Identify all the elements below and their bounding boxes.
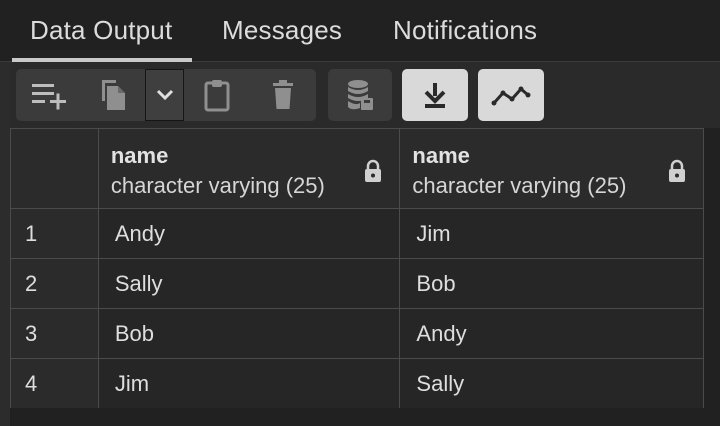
table-cell[interactable]: Andy [97,208,401,259]
tab-notifications[interactable]: Notifications [393,0,537,62]
column-header[interactable]: name character varying (25) [399,128,704,209]
copy-button[interactable] [80,69,146,121]
lock-icon [669,159,685,182]
data-toolbar [10,62,720,128]
column-header[interactable]: name character varying (25) [97,128,401,209]
chevron-down-icon [156,89,173,101]
copy-options-dropdown[interactable] [145,69,184,121]
left-edge-strip [0,0,10,426]
delete-button[interactable] [250,69,316,121]
download-icon [424,83,446,108]
add-row-button[interactable] [16,69,84,121]
graph-visualiser-button[interactable] [478,69,544,121]
copy-icon [102,80,125,110]
save-data-icon [348,80,373,110]
download-button[interactable] [402,69,468,121]
table-row: 2 Sally Bob [10,258,704,309]
tab-messages[interactable]: Messages [222,0,342,62]
column-name: name [412,143,470,168]
table-row: 1 Andy Jim [10,208,704,259]
tab-data-output[interactable]: Data Output [11,0,193,62]
data-grid: name character varying (25) name charact… [10,128,704,409]
add-row-icon [32,84,66,110]
paste-icon [204,80,230,112]
save-data-button[interactable] [328,69,392,121]
table-cell[interactable]: Sally [97,258,401,309]
lock-icon [365,159,382,182]
table-cell[interactable]: Jim [97,358,401,409]
grid-empty-area [10,408,720,426]
column-type: character varying (25) [110,173,325,198]
table-cell[interactable]: Bob [97,308,401,359]
column-name: name [110,143,169,168]
paste-button[interactable] [184,69,250,121]
table-cell[interactable]: Jim [399,208,704,259]
header-row: name character varying (25) name charact… [10,128,704,209]
delete-icon [273,80,293,109]
row-number[interactable]: 4 [10,358,99,409]
row-number[interactable]: 3 [10,308,99,359]
table-cell[interactable]: Sally [399,358,704,409]
table-cell[interactable]: Andy [399,308,704,359]
table-row: 3 Bob Andy [10,308,704,359]
column-type: character varying (25) [412,173,627,198]
result-tabs: Data Output Messages Notifications [0,0,720,62]
select-all-cell[interactable] [10,128,99,209]
table-cell[interactable]: Bob [399,258,704,309]
row-number[interactable]: 1 [10,208,99,259]
table-row: 4 Jim Sally [10,358,704,409]
row-number[interactable]: 2 [10,258,99,309]
graph-visualiser-icon [491,86,531,106]
